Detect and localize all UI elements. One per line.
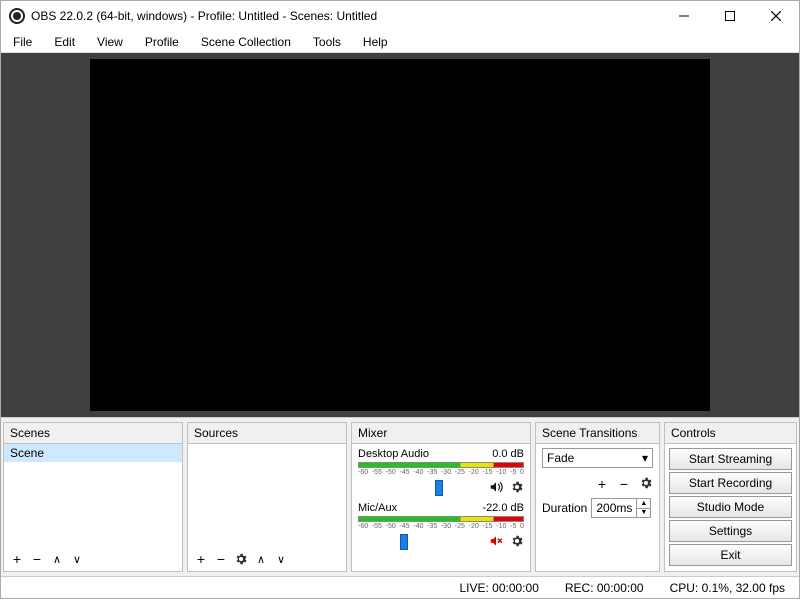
spin-up-button[interactable]: ▲ <box>636 499 650 509</box>
duration-spinbox[interactable]: 200ms ▲ ▼ <box>591 498 651 518</box>
mixer-panel: Mixer Desktop Audio 0.0 dB -60-55-50-45-… <box>351 422 531 572</box>
move-source-down-button[interactable]: ∨ <box>274 553 288 566</box>
start-streaming-button[interactable]: Start Streaming <box>669 448 792 470</box>
scenes-panel: Scenes Scene + − ∧ ∨ <box>3 422 183 572</box>
menu-scene-collection[interactable]: Scene Collection <box>191 33 301 51</box>
transitions-title: Scene Transitions <box>536 423 659 444</box>
sources-list[interactable] <box>188 444 346 547</box>
start-recording-button[interactable]: Start Recording <box>669 472 792 494</box>
add-source-button[interactable]: + <box>194 551 208 567</box>
minimize-button[interactable] <box>661 1 707 31</box>
speaker-muted-icon[interactable] <box>488 534 504 548</box>
maximize-button[interactable] <box>707 1 753 31</box>
remove-scene-button[interactable]: − <box>30 551 44 567</box>
sources-panel: Sources + − ∧ ∨ <box>187 422 347 572</box>
audio-meter <box>358 516 524 522</box>
meter-ticks: -60-55-50-45-40-35-30-25-20-15-10-50 <box>358 469 524 476</box>
mixer-track-name: Desktop Audio <box>358 448 429 460</box>
mixer-title: Mixer <box>352 423 530 444</box>
close-button[interactable] <box>753 1 799 31</box>
scenes-title: Scenes <box>4 423 182 444</box>
status-rec: REC: 00:00:00 <box>565 581 644 595</box>
controls-title: Controls <box>665 423 796 444</box>
transitions-panel: Scene Transitions Fade ▾ + − Duration 20… <box>535 422 660 572</box>
transition-properties-button[interactable] <box>639 476 653 492</box>
mixer-body: Desktop Audio 0.0 dB -60-55-50-45-40-35-… <box>352 444 530 571</box>
settings-button[interactable]: Settings <box>669 520 792 542</box>
transition-select[interactable]: Fade ▾ <box>542 448 653 468</box>
sources-title: Sources <box>188 423 346 444</box>
mixer-track-db: 0.0 dB <box>492 448 524 460</box>
remove-source-button[interactable]: − <box>214 551 228 567</box>
add-transition-button[interactable]: + <box>595 476 609 492</box>
mixer-track-mic-aux: Mic/Aux -22.0 dB -60-55-50-45-40-35-30-2… <box>352 500 530 554</box>
mixer-track-db: -22.0 dB <box>482 502 524 514</box>
add-scene-button[interactable]: + <box>10 551 24 567</box>
mixer-track-name: Mic/Aux <box>358 502 397 514</box>
remove-transition-button[interactable]: − <box>617 476 631 492</box>
preview-area <box>1 53 799 417</box>
track-settings-button[interactable] <box>510 480 524 494</box>
menu-profile[interactable]: Profile <box>135 33 189 51</box>
chevron-down-icon: ▾ <box>642 451 648 465</box>
menu-help[interactable]: Help <box>353 33 398 51</box>
studio-mode-button[interactable]: Studio Mode <box>669 496 792 518</box>
scene-item[interactable]: Scene <box>4 444 182 462</box>
move-scene-up-button[interactable]: ∧ <box>50 553 64 566</box>
status-live: LIVE: 00:00:00 <box>459 581 538 595</box>
app-icon <box>9 8 25 24</box>
volume-slider[interactable] <box>358 480 482 496</box>
audio-meter <box>358 462 524 468</box>
duration-label: Duration <box>542 501 587 515</box>
controls-panel: Controls Start Streaming Start Recording… <box>664 422 797 572</box>
move-scene-down-button[interactable]: ∨ <box>70 553 84 566</box>
duration-value[interactable]: 200ms <box>592 499 636 517</box>
window-title: OBS 22.0.2 (64-bit, windows) - Profile: … <box>31 9 661 23</box>
speaker-icon[interactable] <box>488 480 504 494</box>
preview-canvas[interactable] <box>90 59 710 411</box>
menu-view[interactable]: View <box>87 33 133 51</box>
menu-bar: File Edit View Profile Scene Collection … <box>1 31 799 53</box>
scenes-list[interactable]: Scene <box>4 444 182 547</box>
exit-button[interactable]: Exit <box>669 544 792 566</box>
source-properties-button[interactable] <box>234 552 248 566</box>
title-bar: OBS 22.0.2 (64-bit, windows) - Profile: … <box>1 1 799 31</box>
meter-ticks: -60-55-50-45-40-35-30-25-20-15-10-50 <box>358 523 524 530</box>
menu-edit[interactable]: Edit <box>44 33 85 51</box>
volume-slider[interactable] <box>358 534 482 550</box>
transition-selected: Fade <box>547 451 574 465</box>
dock-panels: Scenes Scene + − ∧ ∨ Sources + − ∧ ∨ Mix… <box>1 417 799 576</box>
move-source-up-button[interactable]: ∧ <box>254 553 268 566</box>
menu-file[interactable]: File <box>3 33 42 51</box>
mixer-track-desktop-audio: Desktop Audio 0.0 dB -60-55-50-45-40-35-… <box>352 446 530 500</box>
spin-down-button[interactable]: ▼ <box>636 509 650 518</box>
menu-tools[interactable]: Tools <box>303 33 351 51</box>
status-bar: LIVE: 00:00:00 REC: 00:00:00 CPU: 0.1%, … <box>1 576 799 598</box>
status-cpu: CPU: 0.1%, 32.00 fps <box>670 581 785 595</box>
track-settings-button[interactable] <box>510 534 524 548</box>
